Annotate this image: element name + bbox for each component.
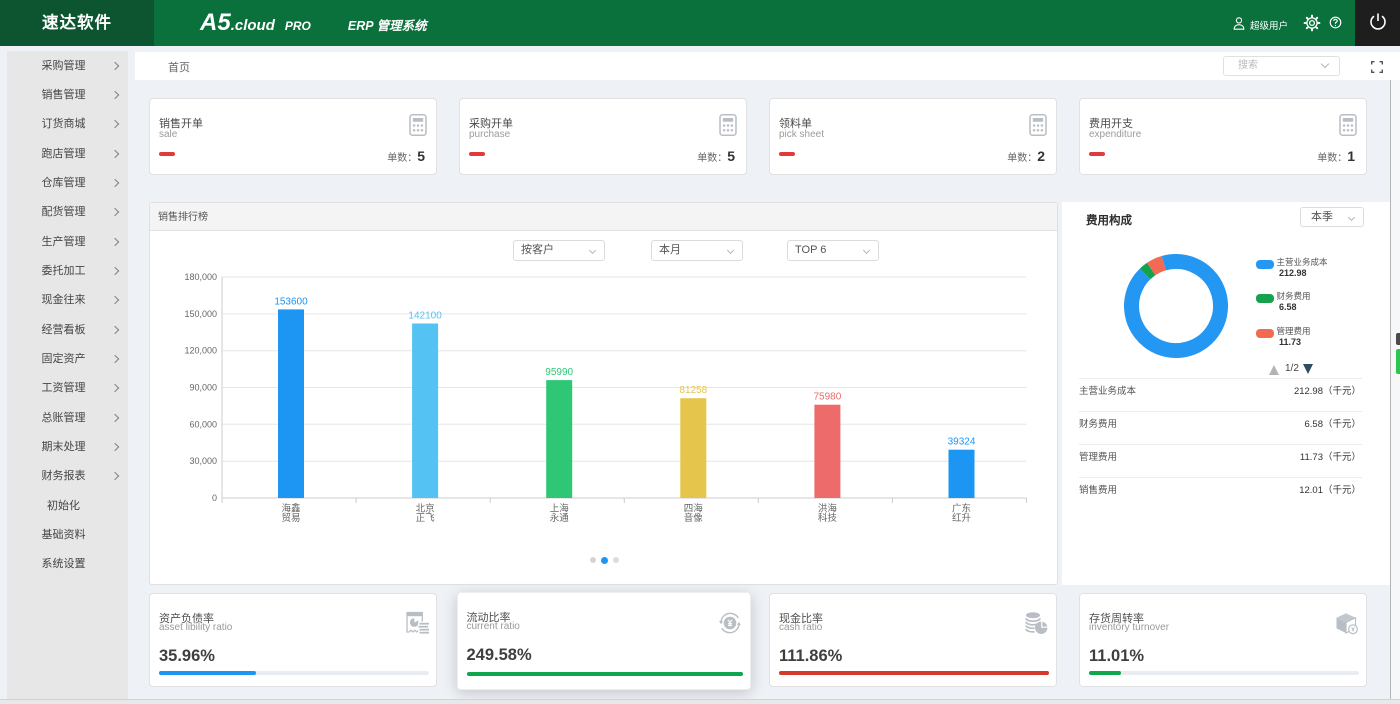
svg-text:30,000: 30,000 [189, 456, 217, 466]
svg-text:39324: 39324 [948, 437, 976, 448]
svg-text:153600: 153600 [274, 296, 308, 307]
svg-text:120,000: 120,000 [184, 346, 217, 356]
svg-text:81258: 81258 [679, 385, 707, 396]
svg-text:75980: 75980 [813, 392, 841, 403]
svg-text:60,000: 60,000 [189, 419, 217, 429]
svg-text:红升: 红升 [952, 512, 972, 524]
svg-text:150,000: 150,000 [184, 309, 217, 319]
svg-text:正飞: 正飞 [416, 513, 436, 524]
svg-text:科技: 科技 [818, 512, 838, 524]
svg-text:贸易: 贸易 [281, 512, 300, 524]
svg-text:音像: 音像 [684, 512, 704, 524]
svg-text:180,000: 180,000 [184, 272, 217, 282]
svg-text:0: 0 [212, 493, 217, 503]
svg-text:95990: 95990 [545, 367, 573, 378]
svg-text:142100: 142100 [408, 311, 442, 322]
svg-text:90,000: 90,000 [189, 383, 217, 393]
svg-text:永通: 永通 [550, 512, 570, 524]
